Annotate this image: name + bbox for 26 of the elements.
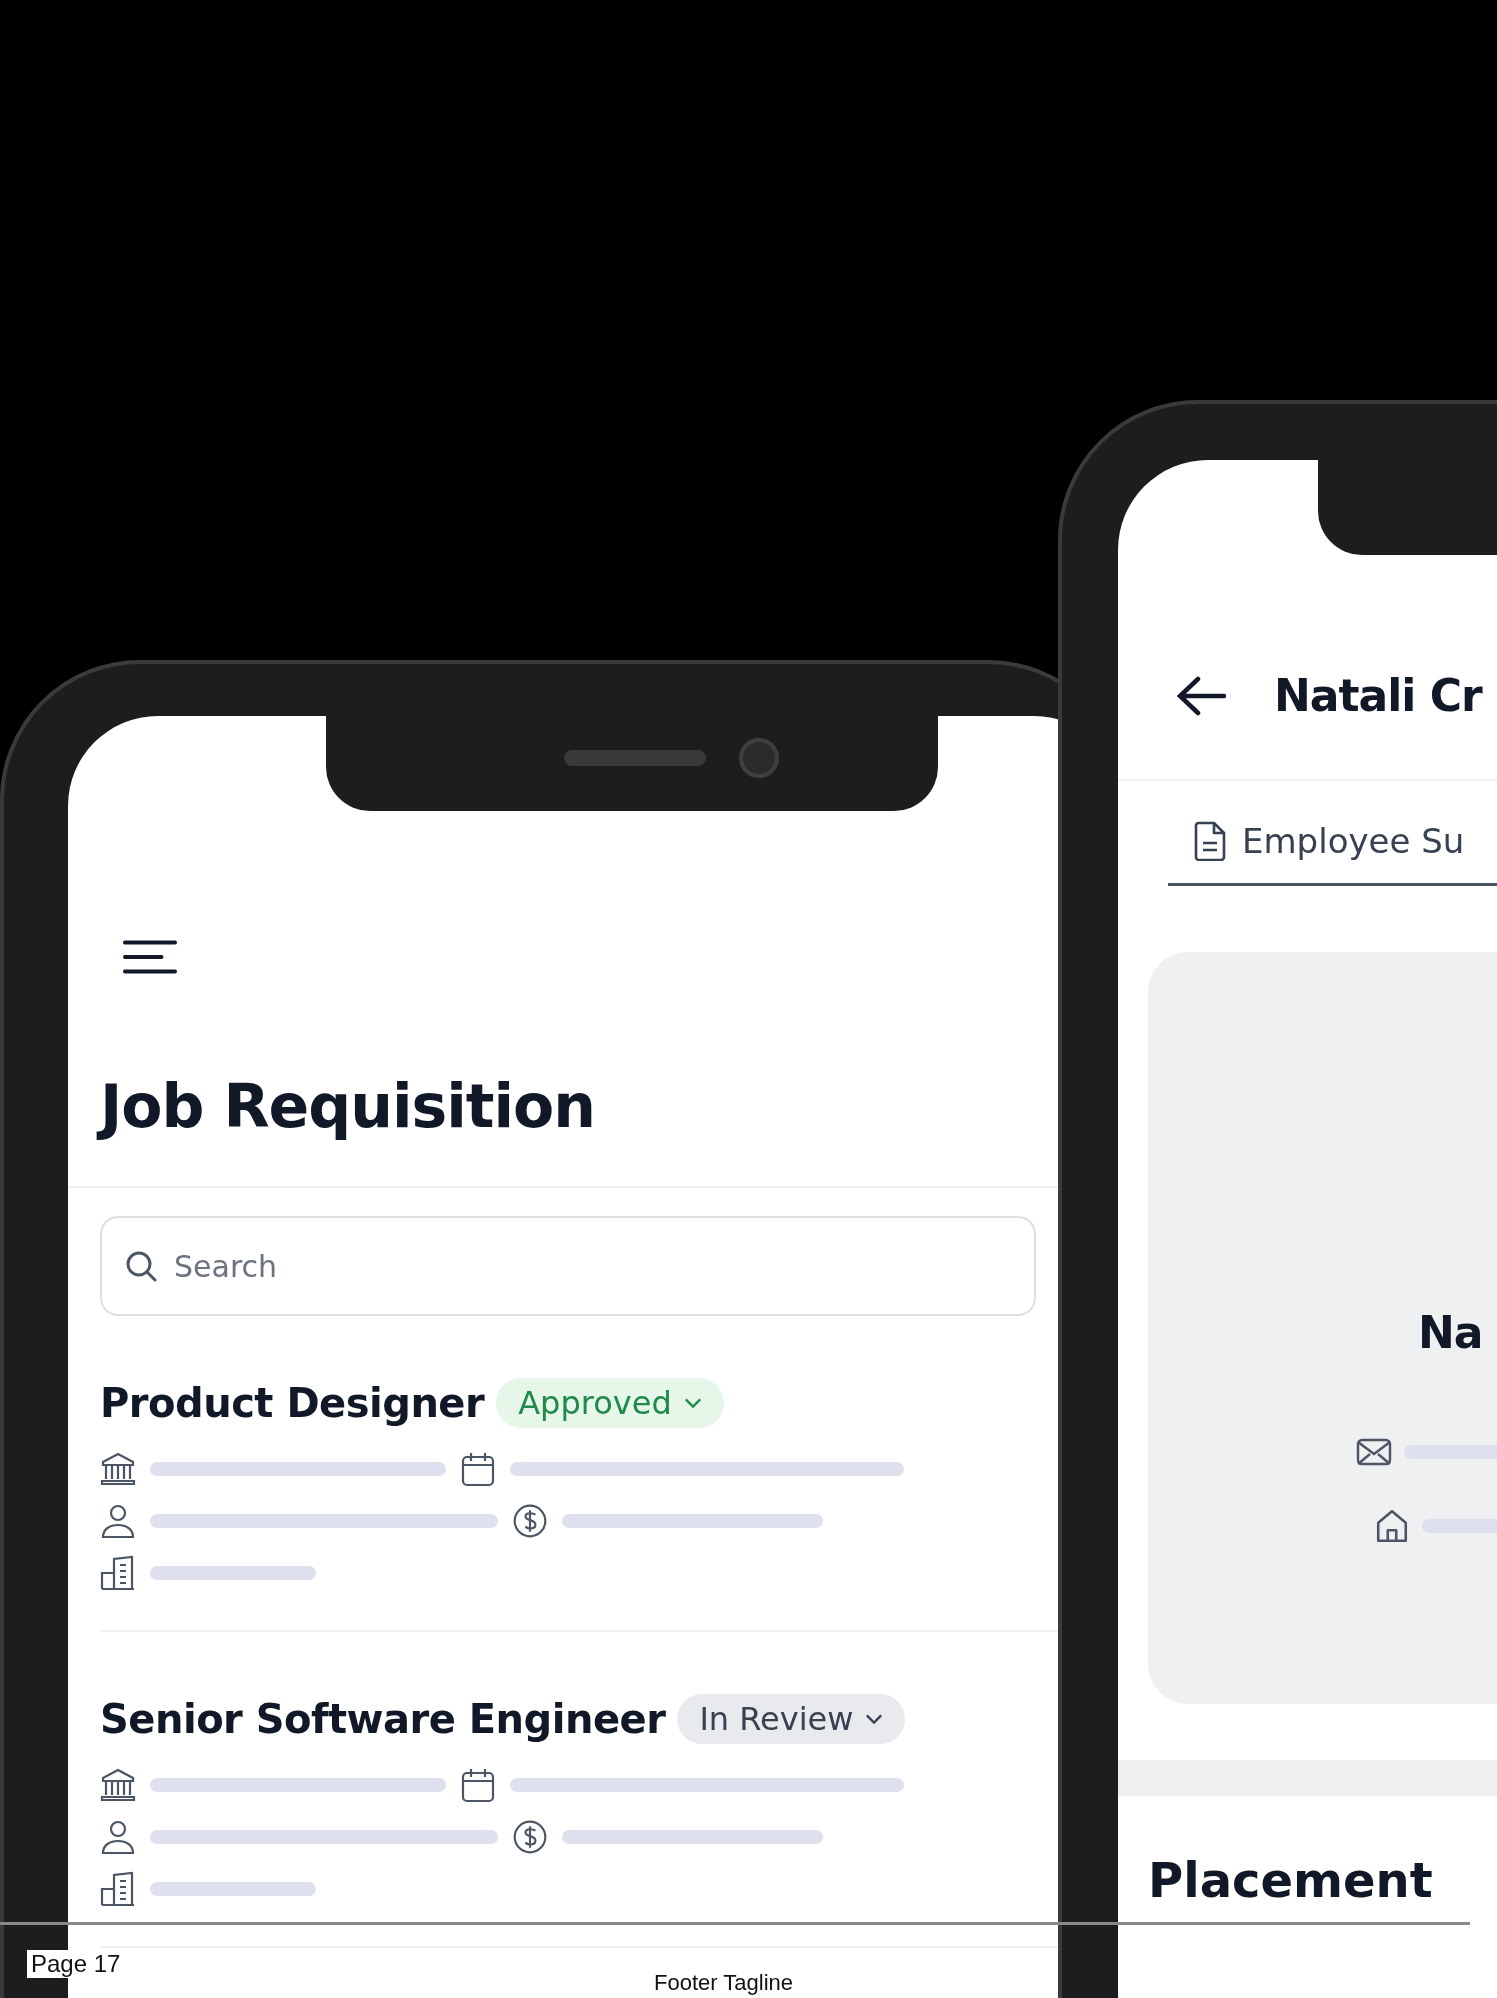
- job-title[interactable]: Product Designer: [100, 1380, 485, 1426]
- building-icon: [100, 1871, 136, 1907]
- bank-icon: [100, 1767, 136, 1803]
- back-arrow-icon[interactable]: [1176, 675, 1226, 716]
- chevron-down-icon: [683, 1397, 702, 1409]
- bank-icon: [100, 1451, 136, 1487]
- dollar-icon: [512, 1819, 548, 1855]
- building-icon: [100, 1555, 136, 1591]
- summary-tab[interactable]: Employee Su: [1168, 821, 1497, 886]
- status-dropdown[interactable]: In Review: [677, 1694, 906, 1744]
- dollar-icon: [512, 1503, 548, 1539]
- job-title[interactable]: Senior Software Engineer: [100, 1696, 666, 1742]
- calendar-icon: [460, 1767, 496, 1803]
- search-field[interactable]: Search: [100, 1216, 1036, 1316]
- employee-name: Na: [1418, 1307, 1483, 1358]
- chevron-down-icon: [865, 1713, 884, 1725]
- menu-icon[interactable]: [123, 938, 177, 976]
- person-icon: [100, 1503, 136, 1539]
- status-dropdown[interactable]: Approved: [496, 1378, 724, 1428]
- calendar-icon: [460, 1451, 496, 1487]
- person-icon: [100, 1819, 136, 1855]
- search-icon: [124, 1249, 158, 1283]
- section-title: Placement: [1148, 1852, 1434, 1908]
- page-title: Natali Cr: [1274, 670, 1482, 721]
- document-icon: [1194, 821, 1226, 861]
- home-icon: [1374, 1508, 1410, 1544]
